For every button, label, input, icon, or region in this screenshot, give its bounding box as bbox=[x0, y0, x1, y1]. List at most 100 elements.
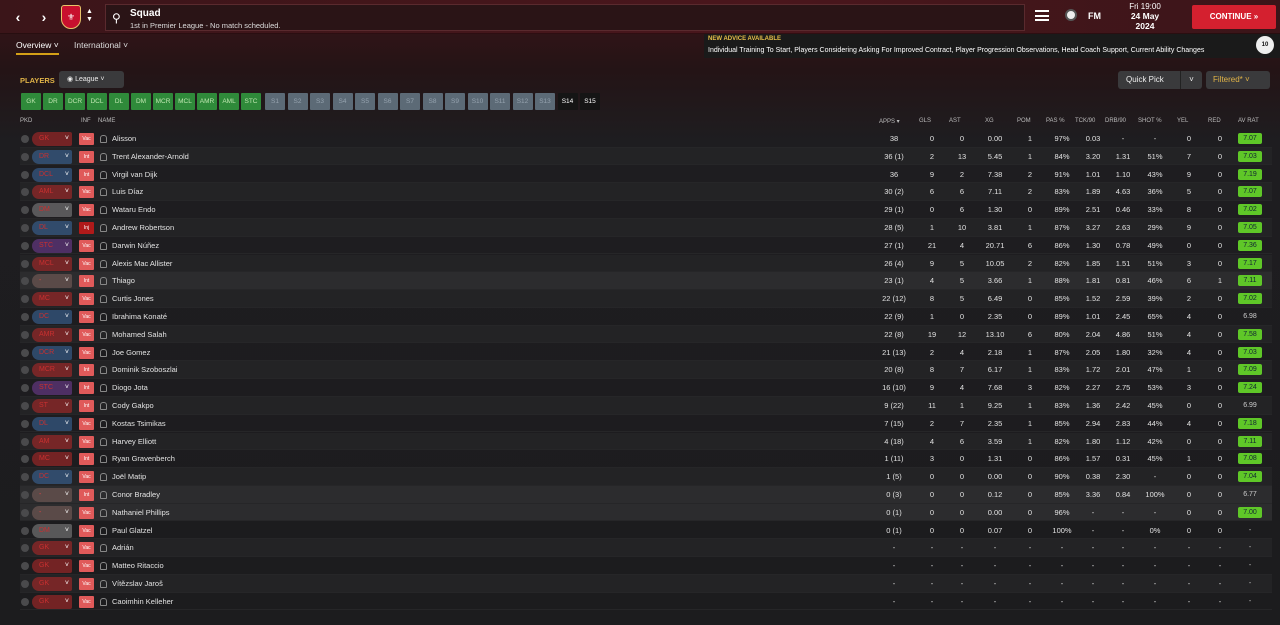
info-badge[interactable]: Vac bbox=[79, 471, 94, 484]
player-name[interactable]: Mohamed Salah bbox=[112, 326, 167, 344]
position-chip[interactable]: GK bbox=[21, 93, 41, 110]
col-tck[interactable]: TCK/90 bbox=[1075, 118, 1095, 124]
info-badge[interactable]: Vac bbox=[79, 257, 94, 270]
set-piece-chip[interactable]: S1 bbox=[265, 93, 285, 110]
table-row[interactable]: DCL ˅ Int Virgil van Dijk 36 9 2 7.38 2 91% 1.01 1.… bbox=[20, 166, 1272, 184]
position-dropdown[interactable]: - ˅ bbox=[32, 505, 72, 520]
player-name[interactable]: Vítězslav Jaroš bbox=[112, 575, 163, 593]
tab-overview[interactable]: Overview ˅ bbox=[16, 40, 59, 55]
pick-checkbox[interactable] bbox=[21, 437, 29, 446]
set-piece-chip[interactable]: S9 bbox=[445, 93, 465, 110]
info-badge[interactable]: Int bbox=[79, 275, 94, 288]
position-chip[interactable]: MCR bbox=[153, 93, 173, 110]
position-dropdown[interactable]: GK ˅ bbox=[32, 559, 72, 574]
pick-checkbox[interactable] bbox=[21, 562, 29, 571]
info-badge[interactable]: Int bbox=[79, 453, 94, 466]
table-row[interactable]: MCR ˅ Int Dominik Szoboszlai 20 (8) 8 7 6.17 1 83… bbox=[20, 361, 1272, 380]
col-apps[interactable]: APPS ▾ bbox=[879, 118, 900, 125]
set-piece-chip[interactable]: S13 bbox=[535, 93, 555, 110]
table-row[interactable]: STC ˅ Vac Darwin Núñez 27 (1) 21 4 20.71 6 86% 1.3… bbox=[20, 237, 1272, 255]
info-badge[interactable]: Vac bbox=[79, 311, 94, 323]
tab-international[interactable]: International ˅ bbox=[74, 40, 128, 50]
pick-checkbox[interactable] bbox=[21, 135, 29, 143]
info-badge[interactable]: Vac bbox=[79, 506, 94, 519]
info-badge[interactable]: Int bbox=[79, 168, 94, 181]
set-piece-chip[interactable]: S12 bbox=[512, 93, 533, 110]
position-dropdown[interactable]: GK ˅ bbox=[32, 541, 72, 556]
player-name[interactable]: Ryan Gravenberch bbox=[112, 450, 175, 468]
info-badge[interactable]: Vac bbox=[79, 328, 94, 341]
col-drb[interactable]: DRB/90 bbox=[1105, 118, 1126, 124]
info-badge[interactable]: Vac bbox=[79, 133, 94, 145]
pick-checkbox[interactable] bbox=[21, 241, 29, 250]
pick-checkbox[interactable] bbox=[21, 224, 29, 232]
position-dropdown[interactable]: DM ˅ bbox=[32, 523, 72, 538]
table-row[interactable]: GK ˅ Vac Vítězslav Jaroš - - - - - - - - - - - - bbox=[20, 575, 1272, 593]
menu-icon[interactable] bbox=[1035, 10, 1049, 21]
pick-checkbox[interactable] bbox=[21, 526, 29, 535]
player-name[interactable]: Alexis Mac Allister bbox=[112, 255, 172, 273]
set-piece-chip[interactable]: S2 bbox=[287, 93, 308, 110]
info-badge[interactable]: Vac bbox=[79, 346, 94, 359]
position-dropdown[interactable]: DC ˅ bbox=[32, 470, 72, 485]
player-name[interactable]: Andrew Robertson bbox=[112, 219, 174, 237]
table-row[interactable]: DR ˅ Int Trent Alexander-Arnold 36 (1) 2 13 5.4… bbox=[20, 147, 1272, 166]
position-dropdown[interactable]: DL ˅ bbox=[32, 416, 72, 431]
football-icon[interactable] bbox=[1065, 9, 1077, 21]
position-chip[interactable]: DM bbox=[131, 93, 151, 110]
col-pkd[interactable]: PKD bbox=[20, 118, 32, 124]
info-badge[interactable]: Vac bbox=[79, 293, 94, 306]
table-row[interactable]: DC ˅ Vac Ibrahima Konaté 22 (9) 1 0 2.35 0 89% 1.0… bbox=[20, 308, 1272, 326]
pick-checkbox[interactable] bbox=[21, 580, 29, 588]
player-name[interactable]: Matteo Ritaccio bbox=[112, 557, 164, 575]
pick-checkbox[interactable] bbox=[21, 206, 29, 215]
advice-count-badge[interactable]: 10 bbox=[1256, 36, 1274, 54]
player-name[interactable]: Thiago bbox=[112, 272, 135, 290]
position-dropdown[interactable]: MCL ˅ bbox=[32, 256, 72, 271]
set-piece-chip[interactable]: S5 bbox=[355, 93, 375, 110]
player-name[interactable]: Cody Gakpo bbox=[112, 397, 154, 415]
col-inf[interactable]: INF bbox=[81, 118, 91, 124]
scope-dropdown[interactable]: ◉ League ˅ bbox=[59, 71, 124, 88]
player-name[interactable]: Harvey Elliott bbox=[112, 433, 156, 451]
search-icon[interactable]: ⚲ bbox=[112, 11, 121, 25]
info-badge[interactable]: Vac bbox=[79, 524, 94, 537]
pick-checkbox[interactable] bbox=[21, 402, 29, 410]
table-row[interactable]: MC ˅ Int Ryan Gravenberch 1 (11) 3 0 1.31 0 86% 1.… bbox=[20, 450, 1272, 469]
table-row[interactable]: DL ˅ Vac Kostas Tsimikas 7 (15) 2 7 2.35 1 85% 2.9… bbox=[20, 415, 1272, 433]
position-dropdown[interactable]: GK ˅ bbox=[32, 132, 72, 146]
position-chip[interactable]: AMR bbox=[197, 93, 217, 110]
info-badge[interactable]: Vac bbox=[79, 560, 94, 573]
position-dropdown[interactable]: GK ˅ bbox=[32, 577, 72, 591]
position-chip[interactable]: DL bbox=[109, 93, 129, 110]
table-row[interactable]: GK ˅ Vac Caoimhin Kelleher - - - - - - - - - - - - bbox=[20, 593, 1272, 611]
position-dropdown[interactable]: MC ˅ bbox=[32, 292, 72, 307]
table-row[interactable]: AM ˅ Vac Harvey Elliott 4 (18) 4 6 3.59 1 82% 1.80… bbox=[20, 432, 1272, 451]
player-name[interactable]: Trent Alexander-Arnold bbox=[112, 148, 189, 166]
position-dropdown[interactable]: DCL ˅ bbox=[32, 167, 72, 182]
info-badge[interactable]: Vac bbox=[79, 239, 94, 252]
table-row[interactable]: MCL ˅ Vac Alexis Mac Allister 26 (4) 9 5 10.05 2… bbox=[20, 254, 1272, 273]
position-chip[interactable]: DCR bbox=[65, 93, 85, 110]
col-xg[interactable]: XG bbox=[985, 118, 994, 124]
table-row[interactable]: AMR ˅ Vac Mohamed Salah 22 (8) 19 12 13.10 6 80% 2… bbox=[20, 325, 1272, 344]
info-badge[interactable]: Int bbox=[79, 400, 94, 412]
pick-checkbox[interactable] bbox=[21, 491, 29, 499]
table-row[interactable]: DC ˅ Vac Joël Matip 1 (5) 0 0 0.00 0 90% 0.38 2.30-… bbox=[20, 468, 1272, 486]
position-dropdown[interactable]: AML ˅ bbox=[32, 185, 72, 200]
player-name[interactable]: Joël Matip bbox=[112, 468, 146, 486]
info-badge[interactable]: Int bbox=[79, 382, 94, 395]
pick-checkbox[interactable] bbox=[21, 188, 29, 197]
pick-checkbox[interactable] bbox=[21, 455, 29, 464]
player-name[interactable]: Joe Gomez bbox=[112, 344, 150, 362]
position-dropdown[interactable]: DR ˅ bbox=[32, 149, 72, 164]
position-dropdown[interactable]: DC ˅ bbox=[32, 310, 72, 324]
table-row[interactable]: DL ˅ Inj Andrew Robertson 28 (5) 1 10 3.81 1 87% 3… bbox=[20, 219, 1272, 237]
set-piece-chip[interactable]: S8 bbox=[422, 93, 443, 110]
col-shot[interactable]: SHOT % bbox=[1138, 118, 1162, 124]
back-arrow-icon[interactable]: ‹ bbox=[10, 9, 26, 25]
pick-checkbox[interactable] bbox=[21, 259, 29, 268]
club-crest-icon[interactable]: ⚜ bbox=[61, 5, 81, 29]
info-badge[interactable]: Vac bbox=[79, 595, 94, 608]
position-dropdown[interactable]: MCR ˅ bbox=[32, 363, 72, 378]
